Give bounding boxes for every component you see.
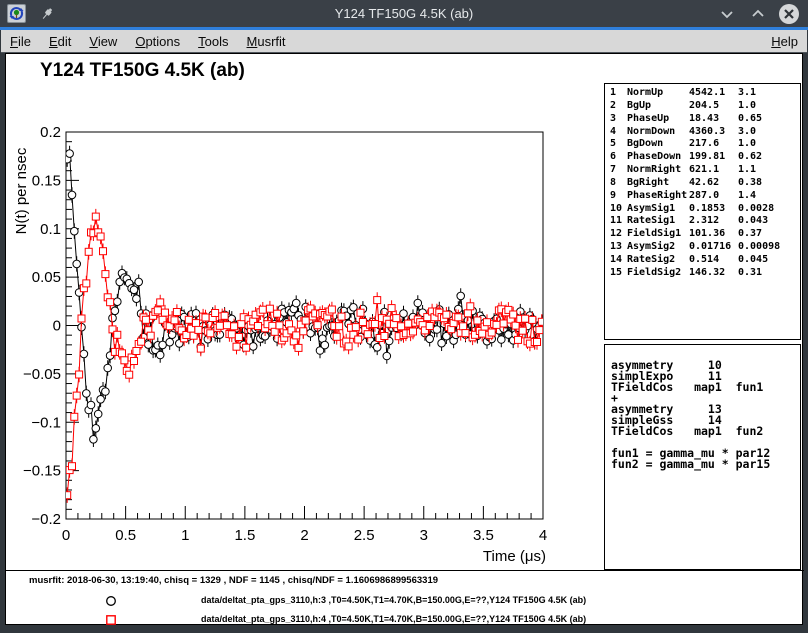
parameter-row: 12FieldSig1101.360.37 <box>605 228 800 241</box>
legend-entry: data/deltat_pta_gps_3110,h:3 ,T0=4.50K,T… <box>6 593 804 607</box>
svg-text:0.1: 0.1 <box>40 221 61 238</box>
svg-text:1.5: 1.5 <box>234 527 255 544</box>
parameter-row: 11RateSig12.3120.043 <box>605 215 800 228</box>
svg-text:−0.15: −0.15 <box>23 463 61 480</box>
legend-label: data/deltat_pta_gps_3110,h:3 ,T0=4.50K,T… <box>201 595 586 605</box>
legend-open-circle-icon <box>105 594 117 612</box>
parameter-row: 15FieldSig2146.320.31 <box>605 267 800 280</box>
window-title: Y124 TF150G 4.5K (ab) <box>0 6 808 21</box>
parameter-row: 5BgDown217.61.0 <box>605 138 800 151</box>
svg-text:0: 0 <box>53 318 61 335</box>
app-icon <box>7 4 26 23</box>
parameter-row: 1NormUp4542.13.1 <box>605 87 800 100</box>
parameter-row: 4NormDown4360.33.0 <box>605 126 800 139</box>
menu-item-edit[interactable]: Edit <box>40 32 80 51</box>
title-bar: Y124 TF150G 4.5K (ab) <box>0 0 808 27</box>
application-window: Y124 TF150G 4.5K (ab) FileEditViewOption… <box>0 0 808 633</box>
svg-text:−0.2: −0.2 <box>31 511 61 528</box>
theory-text: asymmetry 10 simplExpo 11 TFieldCos map1… <box>605 345 800 470</box>
svg-text:Time (μs): Time (μs) <box>483 548 546 565</box>
theory-box: asymmetry 10 simplExpo 11 TFieldCos map1… <box>604 344 801 570</box>
svg-text:0.15: 0.15 <box>32 172 61 189</box>
svg-text:−0.05: −0.05 <box>23 366 61 383</box>
fit-parameter-box: 1NormUp4542.13.12BgUp204.51.03PhaseUp18.… <box>604 83 801 340</box>
menu-item-tools[interactable]: Tools <box>189 32 237 51</box>
svg-text:3: 3 <box>420 527 428 544</box>
svg-text:2: 2 <box>300 527 308 544</box>
menu-item-help[interactable]: Help <box>762 32 807 51</box>
root-canvas: Y124 TF150G 4.5K (ab) 00.511.522.533.540… <box>5 53 803 625</box>
parameter-row: 2BgUp204.51.0 <box>605 100 800 113</box>
parameter-row: 7NormRight621.11.1 <box>605 164 800 177</box>
parameter-row: 13AsymSig20.017160.00098 <box>605 241 800 254</box>
svg-text:0.2: 0.2 <box>40 124 61 141</box>
parameter-row: 14RateSig20.5140.045 <box>605 254 800 267</box>
parameter-row: 6PhaseDown199.810.62 <box>605 151 800 164</box>
svg-text:0: 0 <box>62 527 70 544</box>
parameter-row: 8BgRight42.620.38 <box>605 177 800 190</box>
legend-open-square-icon <box>105 613 117 631</box>
svg-text:4: 4 <box>539 527 547 544</box>
menu-item-view[interactable]: View <box>80 32 126 51</box>
legend-entry: data/deltat_pta_gps_3110,h:4 ,T0=4.50K,T… <box>6 612 804 626</box>
menu-bar: FileEditViewOptionsToolsMusrfit Help <box>1 30 807 53</box>
menu-item-musrfit[interactable]: Musrfit <box>238 32 295 51</box>
pin-icon[interactable] <box>39 6 55 22</box>
menu-item-options[interactable]: Options <box>126 32 189 51</box>
maximize-button[interactable] <box>747 3 769 25</box>
legend-label: data/deltat_pta_gps_3110,h:4 ,T0=4.50K,T… <box>201 614 586 624</box>
svg-text:0.5: 0.5 <box>115 527 136 544</box>
parameter-row: 10AsymSig10.18530.0028 <box>605 203 800 216</box>
svg-text:N(t) per nsec: N(t) per nsec <box>13 147 30 234</box>
parameter-row: 9PhaseRight287.01.4 <box>605 190 800 203</box>
parameter-row: 3PhaseUp18.430.65 <box>605 113 800 126</box>
svg-text:1: 1 <box>181 527 189 544</box>
svg-text:2.5: 2.5 <box>354 527 375 544</box>
svg-text:0.05: 0.05 <box>32 269 61 286</box>
data-series-circles <box>63 146 545 447</box>
legend-separator <box>6 570 804 571</box>
fit-status-line: musrfit: 2018-06-30, 13:19:40, chisq = 1… <box>29 575 438 586</box>
minimize-button[interactable] <box>716 3 738 25</box>
menu-item-file[interactable]: File <box>1 32 40 51</box>
close-button[interactable] <box>778 3 800 25</box>
svg-text:3.5: 3.5 <box>473 527 494 544</box>
data-series-squares <box>64 209 546 503</box>
svg-text:−0.1: −0.1 <box>31 414 61 431</box>
